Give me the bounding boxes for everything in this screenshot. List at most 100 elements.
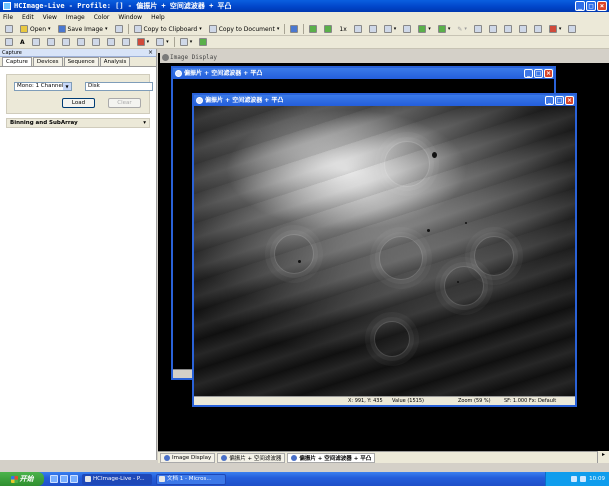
network-icon[interactable] (571, 476, 578, 482)
ellipse-tool-button[interactable] (60, 37, 72, 47)
pinned-button[interactable] (197, 37, 209, 47)
menu-window[interactable]: Window (118, 14, 142, 21)
monitor-button[interactable] (288, 24, 300, 34)
paint-button[interactable]: ▾ (547, 24, 564, 34)
layout-button[interactable] (517, 24, 529, 34)
pin-alt-button[interactable] (322, 24, 334, 34)
window-title-bar[interactable]: 偏振片 + 空间滤波器 + 平凸 _ □ × (194, 95, 575, 106)
close-button[interactable]: × (565, 96, 574, 105)
roi-button[interactable]: ▾ (154, 37, 171, 47)
binning-section-header[interactable]: Binning and SubArray ▾ (6, 118, 150, 128)
draw-tool-button[interactable] (90, 37, 102, 47)
desktop-icon[interactable] (60, 475, 68, 483)
copy-document-button[interactable]: Copy to Document ▾ (207, 24, 282, 34)
grid-icon (383, 25, 392, 33)
folder-icon (20, 25, 28, 33)
toolbar-divider (173, 37, 175, 47)
tab-scroll-button[interactable]: ▸ (597, 451, 609, 463)
pointer-button[interactable] (566, 24, 578, 34)
copy-clipboard-button[interactable]: Copy to Clipboard ▾ (132, 24, 204, 34)
menu-color[interactable]: Color (94, 14, 110, 21)
line-tool-button[interactable] (30, 37, 42, 47)
point-tool-button[interactable] (105, 37, 117, 47)
rect-tool-button[interactable] (45, 37, 57, 47)
contrast-icon (533, 25, 542, 33)
maximize-button[interactable]: □ (586, 1, 596, 11)
media-icon[interactable] (70, 475, 78, 483)
measure-tool-button[interactable] (120, 37, 132, 47)
dust-speck (457, 281, 459, 283)
clear-button[interactable]: Clear (108, 98, 141, 108)
menu-help[interactable]: Help (151, 14, 165, 21)
source-field[interactable]: Disk (85, 82, 153, 91)
annotation-button[interactable]: ✎ ▾ (455, 24, 469, 34)
cascade-button[interactable] (502, 24, 514, 34)
print-button[interactable] (113, 24, 125, 34)
menu-view[interactable]: View (43, 14, 57, 21)
chevron-down-icon[interactable]: ▼ (63, 83, 71, 90)
pin-button[interactable] (307, 24, 319, 34)
taskbar-item-word[interactable]: 文档 1 - Micros... (156, 473, 226, 485)
new-button[interactable] (3, 24, 15, 34)
volume-icon[interactable] (580, 476, 587, 482)
menu-file[interactable]: File (3, 14, 13, 21)
clock: 10:09 (589, 476, 605, 482)
minimize-button[interactable]: _ (575, 1, 585, 11)
app-title-bar: HCImage-Live - Profile: [] - 偏振片 + 空间滤波器… (0, 0, 609, 12)
grid-button[interactable]: ▾ (382, 24, 399, 34)
contrast-button[interactable] (532, 24, 544, 34)
ie-icon[interactable] (50, 475, 58, 483)
font-icon: A (20, 38, 25, 46)
lut-button[interactable]: ▾ (436, 24, 453, 34)
image-canvas[interactable] (194, 106, 575, 396)
settings-button[interactable] (472, 24, 484, 34)
tab-devices[interactable]: Devices (32, 57, 63, 66)
close-button[interactable]: × (544, 69, 553, 78)
tab-capture[interactable]: Capture (2, 57, 32, 66)
save-image-button[interactable]: Save Image ▾ (56, 24, 110, 34)
tab-image-display[interactable]: Image Display (160, 452, 216, 463)
fit-button[interactable] (367, 24, 379, 34)
text-tool-button[interactable] (3, 37, 15, 47)
tab-image-window-1[interactable]: 偏振片 + 空间滤波器 (217, 452, 286, 463)
channel-select[interactable]: Mono: 1 Channel ▼ (14, 82, 72, 91)
cascade-icon (503, 25, 512, 33)
system-tray: 10:09 (545, 472, 609, 486)
menu-image[interactable]: Image (66, 14, 85, 21)
tab-image-window-2[interactable]: 偏振片 + 空间滤波器 + 平凸 (287, 452, 376, 463)
close-button[interactable]: × (597, 1, 607, 11)
menu-edit[interactable]: Edit (22, 14, 34, 21)
view-button[interactable]: ▾ (178, 37, 195, 47)
histogram-button[interactable]: ▾ (416, 24, 433, 34)
tile-button[interactable] (487, 24, 499, 34)
start-button[interactable]: 开始 (0, 472, 44, 486)
channel-button[interactable] (401, 24, 413, 34)
font-button[interactable]: A (18, 37, 27, 47)
cursor-coordinates: X: 991, Y: 435 (348, 398, 383, 404)
close-icon[interactable]: × (148, 49, 156, 56)
pin-icon (324, 25, 333, 33)
minimize-button[interactable]: _ (524, 69, 533, 78)
pan-button[interactable] (352, 24, 364, 34)
maximize-button[interactable]: □ (534, 69, 543, 78)
zoom-1x-button[interactable]: 1x (337, 24, 348, 34)
minimize-button[interactable]: _ (545, 96, 554, 105)
tab-label: Image Display (172, 454, 212, 461)
tab-sequence[interactable]: Sequence (63, 57, 99, 66)
windows-logo-icon (10, 475, 18, 483)
capture-panel-header: Capture × (0, 49, 156, 57)
color-tool-button[interactable]: ▾ (135, 37, 152, 47)
maximize-button[interactable]: □ (555, 96, 564, 105)
capture-panel: Capture × Capture Devices Sequence Analy… (0, 49, 157, 460)
channel-icon (403, 25, 412, 33)
pen-icon: ✎ (457, 25, 463, 33)
dust-speck (298, 260, 301, 263)
taskbar-item-hcimage[interactable]: HCImage-Live - P... (82, 473, 152, 485)
chevron-down-icon: ▾ (146, 39, 150, 45)
display-icon (162, 54, 169, 61)
window-title-bar[interactable]: 偏振片 + 空间滤波器 + 平凸 _ □ × (173, 68, 554, 79)
load-button[interactable]: Load (62, 98, 95, 108)
tab-analysis[interactable]: Analysis (99, 57, 131, 66)
polygon-tool-button[interactable] (75, 37, 87, 47)
open-button[interactable]: Open ▾ (18, 24, 53, 34)
